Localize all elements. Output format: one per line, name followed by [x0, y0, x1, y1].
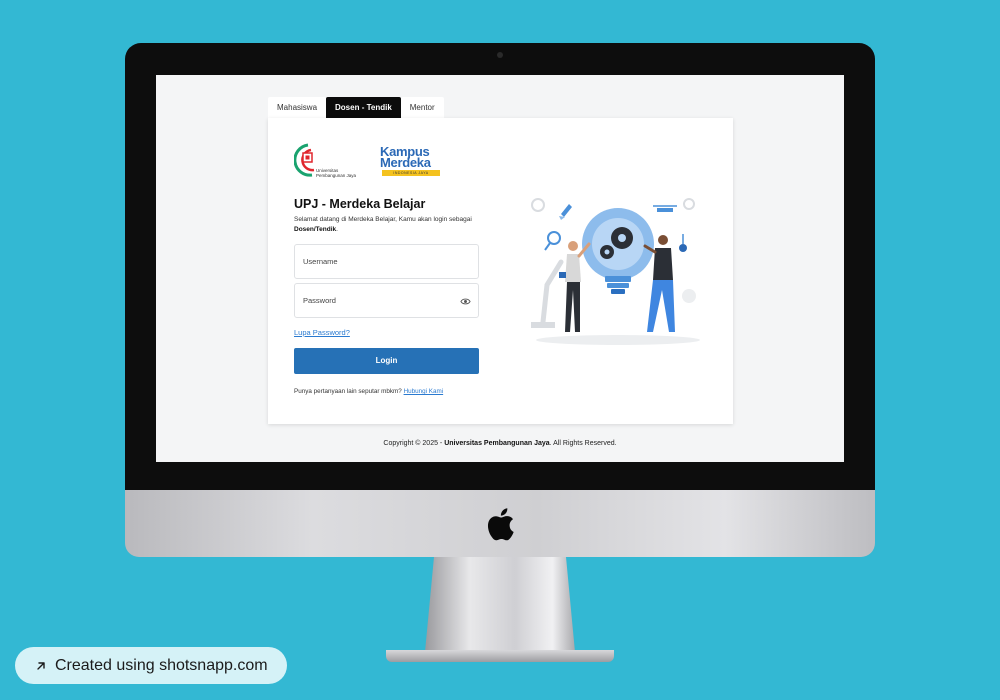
badge-label: Created using shotsnapp.com	[55, 656, 268, 674]
username-field[interactable]: Username	[294, 244, 479, 279]
apple-logo-icon	[487, 508, 514, 541]
monitor-stand	[425, 557, 575, 652]
forgot-password-link[interactable]: Lupa Password?	[294, 328, 350, 337]
upj-logo	[294, 143, 315, 177]
eye-icon[interactable]	[460, 296, 471, 307]
role-tabs: Mahasiswa Dosen - Tendik Mentor	[268, 97, 444, 118]
welcome-text: Selamat datang di Merdeka Belajar, Kamu …	[294, 215, 484, 235]
contact-us-link[interactable]: Hubungi Kami	[404, 388, 444, 395]
password-placeholder: Password	[303, 296, 336, 305]
shotsnapp-badge[interactable]: Created using shotsnapp.com	[15, 647, 287, 684]
km-line2: Merdeka	[380, 155, 431, 170]
logo-group: Universitas Pembangunan Jaya Kampus Merd…	[294, 142, 454, 184]
tab-dosen-tendik[interactable]: Dosen - Tendik	[326, 97, 401, 118]
welcome-text-end: .	[336, 226, 338, 233]
footer-suffix: . All Rights Reserved.	[549, 440, 617, 447]
camera-icon	[497, 52, 503, 58]
password-field[interactable]: Password	[294, 283, 479, 318]
footer-org: Universitas Pembangunan Jaya	[444, 440, 550, 447]
km-strip: INDONESIA JAYA	[382, 170, 440, 176]
help-text: Punya pertanyaan lain seputar mbkm? Hubu…	[294, 388, 443, 395]
tab-mentor[interactable]: Mentor	[400, 97, 444, 118]
login-card: Universitas Pembangunan Jaya Kampus Merd…	[268, 118, 733, 424]
page-title: UPJ - Merdeka Belajar	[294, 197, 426, 211]
login-button[interactable]: Login	[294, 348, 479, 374]
arrow-up-right-icon	[37, 661, 45, 670]
monitor-chin	[125, 490, 875, 557]
upj-text-line2: Pembangunan Jaya	[316, 173, 357, 178]
illustration-people-lightbulb	[531, 198, 700, 345]
username-placeholder: Username	[303, 257, 338, 266]
kampus-merdeka-logo: Kampus Merdeka	[380, 145, 431, 170]
upj-logo-text: Universitas Pembangunan Jaya	[316, 168, 356, 178]
monitor-base	[386, 650, 614, 662]
help-text-main: Punya pertanyaan lain seputar mbkm?	[294, 388, 404, 395]
welcome-text-role: Dosen/Tendik	[294, 226, 337, 233]
page-footer: Copyright © 2025 - Universitas Pembangun…	[156, 440, 844, 447]
tab-mahasiswa[interactable]: Mahasiswa	[268, 97, 327, 118]
screen: Mahasiswa Dosen - Tendik Mentor Universi…	[156, 75, 844, 462]
footer-prefix: Copyright © 2025 -	[383, 440, 445, 447]
welcome-text-main: Selamat datang di Merdeka Belajar, Kamu …	[294, 216, 472, 223]
